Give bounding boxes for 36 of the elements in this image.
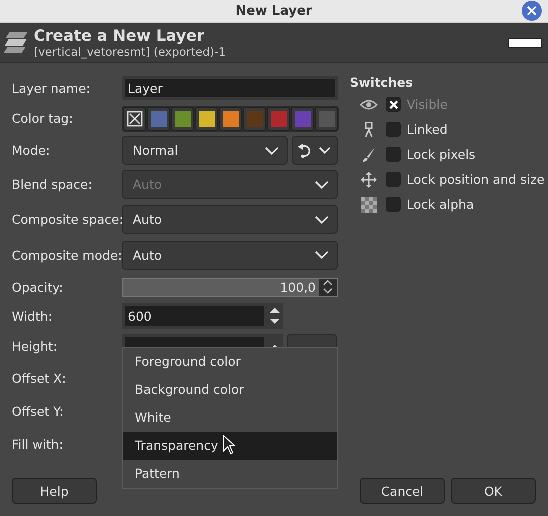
section-heading: Switches xyxy=(350,75,414,90)
field-label: Offset X: xyxy=(12,371,68,386)
help-button[interactable]: Help xyxy=(12,478,97,504)
number-field[interactable]: 600 xyxy=(122,303,283,329)
switch-label: Lock alpha xyxy=(407,197,474,212)
menu-item[interactable]: Background color xyxy=(123,376,337,404)
field-label: Composite space: xyxy=(12,212,122,227)
field-label: Blend space: xyxy=(12,177,94,192)
menu-item[interactable]: Transparency xyxy=(123,432,337,460)
dropdown[interactable]: Auto xyxy=(122,205,338,234)
field-label: Composite mode: xyxy=(12,248,122,262)
field-label: Layer name: xyxy=(12,80,92,96)
field-label: Height: xyxy=(12,339,59,354)
switch-label: Linked xyxy=(407,122,448,137)
menu-item[interactable]: Pattern xyxy=(123,460,337,488)
menu-item[interactable]: Foreground color xyxy=(123,348,337,376)
field-label: Width: xyxy=(12,308,54,324)
dialog-heading: Create a New Layer xyxy=(34,26,206,44)
ok-button[interactable]: OK xyxy=(451,478,536,504)
dropdown[interactable]: Auto xyxy=(122,240,338,270)
switch-label: Visible xyxy=(407,97,448,112)
dropdown[interactable]: Normal xyxy=(122,136,288,165)
switch-label: Lock pixels xyxy=(407,147,476,162)
layer-name-field[interactable]: Layer xyxy=(122,76,338,100)
opacity-slider[interactable]: 100,0 xyxy=(123,278,319,296)
opacity-value: 100,0 xyxy=(280,280,317,294)
field-label: Color tag: xyxy=(12,111,74,126)
cancel-button[interactable]: Cancel xyxy=(360,478,445,504)
field-label: Opacity: xyxy=(12,280,64,294)
image-name: [vertical_vetoresmt] (exported)-1 xyxy=(34,44,228,58)
field-label: Offset Y: xyxy=(12,404,65,418)
field-label: Mode: xyxy=(12,143,52,158)
field-label: Fill with: xyxy=(12,437,64,452)
switch-label: Lock position and size xyxy=(407,172,545,187)
window-title: New Layer xyxy=(236,4,312,18)
menu-item[interactable]: White xyxy=(123,404,337,432)
